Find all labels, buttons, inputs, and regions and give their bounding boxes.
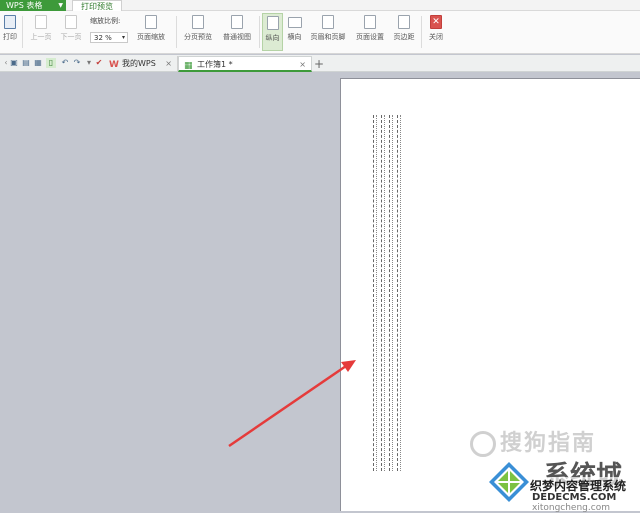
site-watermark-domain2: xitongcheng.com [532,503,610,513]
site-watermark: 系统城 织梦内容管理系统 DEDECMS.COM xitongcheng.com [486,455,640,513]
sogou-logo-icon [470,431,496,457]
arrow-head [341,360,356,372]
sogou-watermark-text: 搜狗指南 [500,431,597,456]
arrow-shaft [228,364,347,448]
site-watermark-domain: DEDECMS.COM [532,492,617,503]
sogou-watermark: 搜狗指南 [470,425,596,457]
windows-logo-icon [489,462,529,502]
